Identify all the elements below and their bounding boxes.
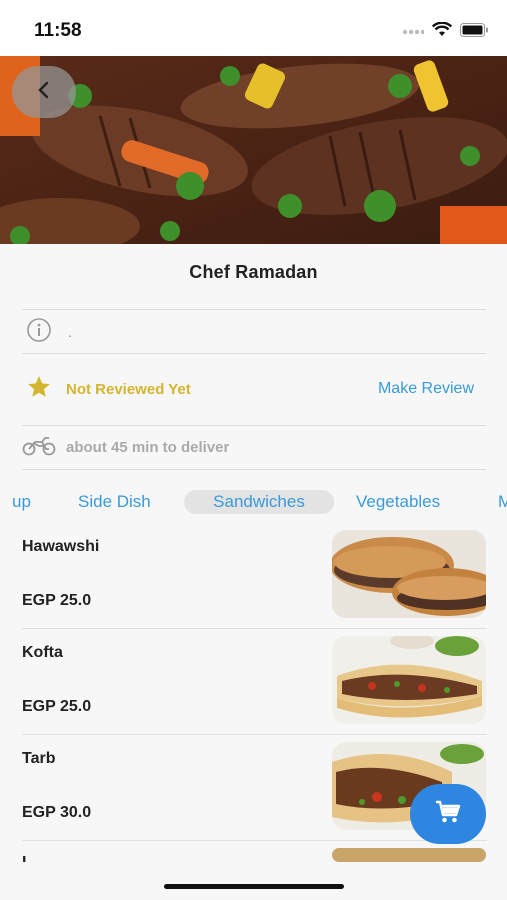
tab-soup[interactable]: up xyxy=(2,490,41,514)
chevron-left-icon xyxy=(37,81,51,104)
make-review-button[interactable]: Make Review xyxy=(378,380,474,398)
divider xyxy=(22,309,486,310)
divider xyxy=(22,425,486,426)
item-price: EGP 25.0 xyxy=(22,592,92,609)
review-status: Not Reviewed Yet xyxy=(66,380,191,398)
hawawshi-image xyxy=(332,530,486,618)
motorcycle-icon xyxy=(22,434,56,461)
cart-icon xyxy=(435,800,461,829)
tab-vegetables[interactable]: Vegetables xyxy=(346,490,450,514)
back-button[interactable] xyxy=(12,66,76,118)
delivery-row: about 45 min to deliver xyxy=(22,433,486,461)
review-row: Not Reviewed Yet Make Review xyxy=(22,375,486,403)
item-price: EGP 30.0 xyxy=(22,804,92,821)
wifi-icon xyxy=(431,21,453,42)
info-row: . xyxy=(22,317,486,348)
sandwich-image xyxy=(332,848,486,862)
home-indicator xyxy=(164,884,344,889)
signal-icon xyxy=(402,23,426,41)
chef-name: Chef Ramadan xyxy=(189,262,318,282)
item-name: L xyxy=(22,854,32,862)
category-tabs: up Side Dish Sandwiches Vegetables M xyxy=(0,486,507,518)
menu-item[interactable]: Hawawshi EGP 25.0 xyxy=(0,530,507,636)
bottom-safe-area xyxy=(0,862,507,900)
info-icon xyxy=(26,317,52,348)
menu-item[interactable]: Kofta EGP 25.0 xyxy=(0,636,507,742)
divider xyxy=(22,353,486,354)
divider xyxy=(22,840,487,841)
battery-icon xyxy=(460,22,489,42)
tab-side-dish[interactable]: Side Dish xyxy=(68,490,161,514)
item-price: EGP 25.0 xyxy=(22,698,92,715)
divider xyxy=(22,734,487,735)
tab-sandwiches[interactable]: Sandwiches xyxy=(184,490,334,514)
divider xyxy=(22,469,486,470)
kofta-sandwich-image xyxy=(332,636,486,724)
cart-button[interactable] xyxy=(410,784,486,844)
item-name: Tarb xyxy=(22,750,56,767)
status-icons xyxy=(402,21,489,42)
tab-more[interactable]: M xyxy=(488,490,507,514)
menu-item[interactable]: L xyxy=(0,848,507,862)
delivery-time: about 45 min to deliver xyxy=(66,438,230,456)
chef-description: . xyxy=(68,324,72,340)
star-icon xyxy=(26,374,52,405)
divider xyxy=(22,628,487,629)
status-bar: 11:58 xyxy=(0,0,507,56)
status-time: 11:58 xyxy=(34,20,82,41)
chef-cover-image xyxy=(0,56,507,244)
item-name: Hawawshi xyxy=(22,538,100,555)
item-name: Kofta xyxy=(22,644,63,661)
